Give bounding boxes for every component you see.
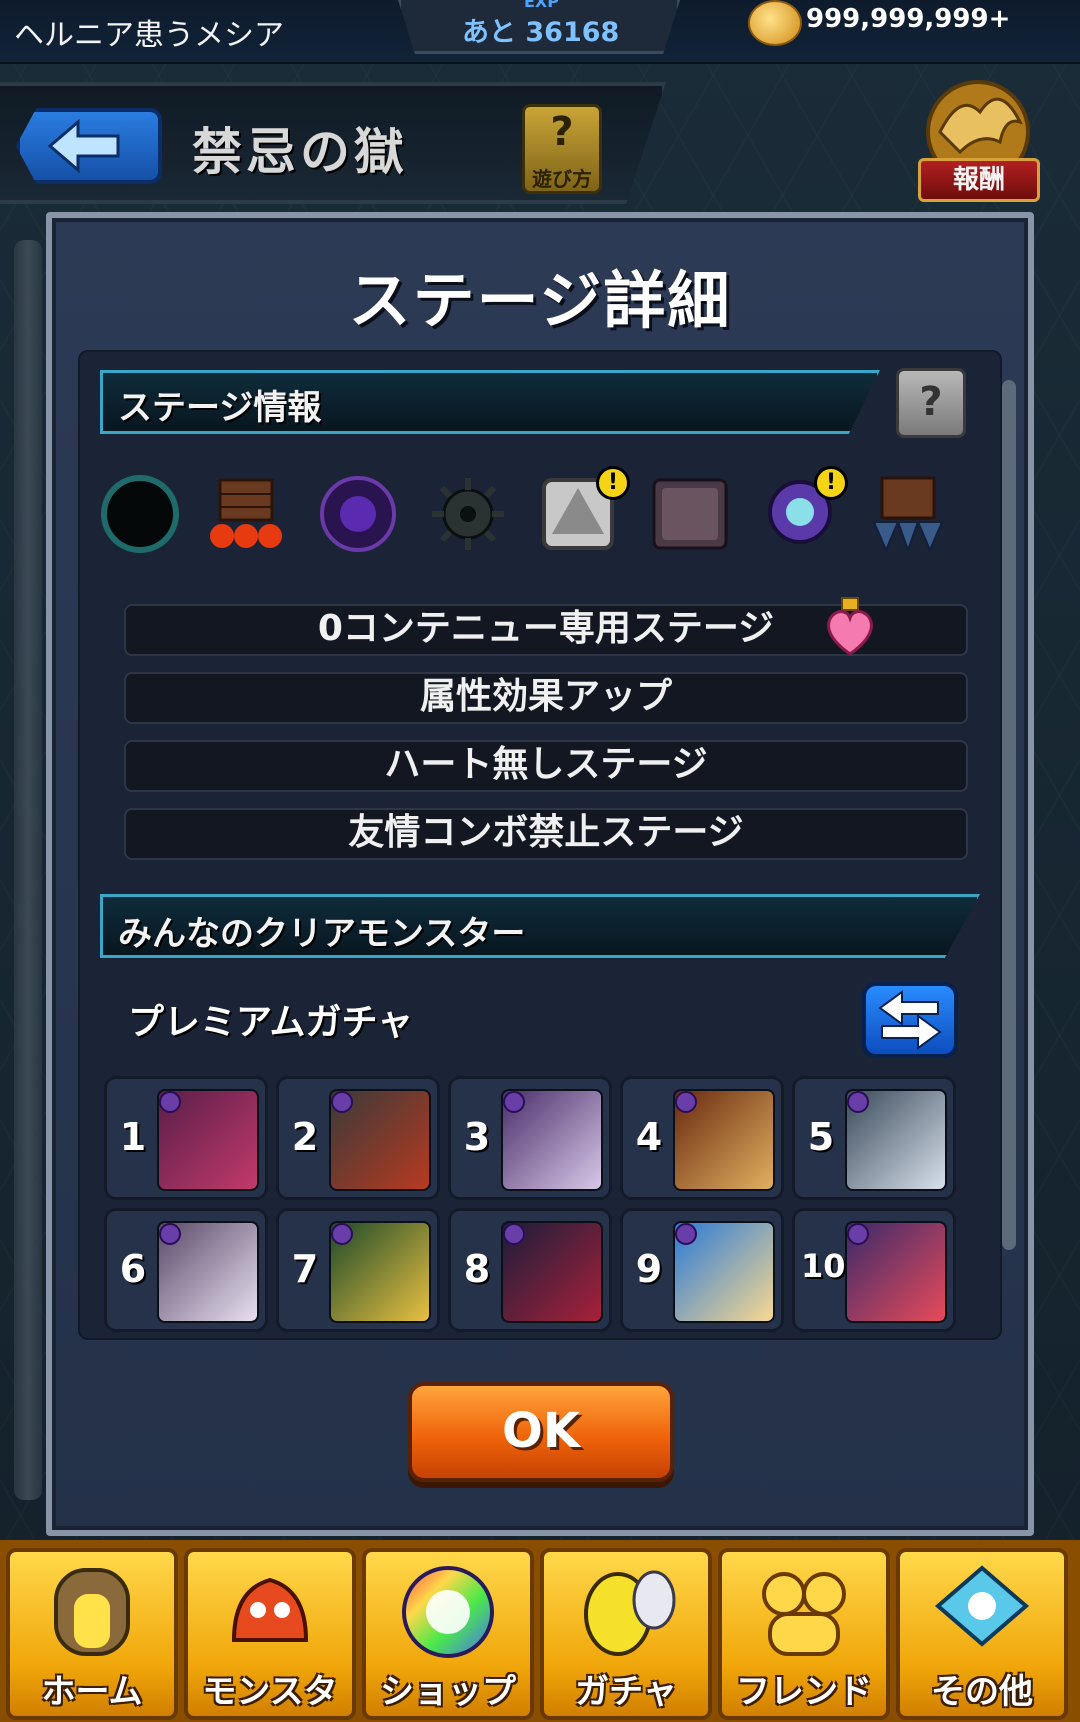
monster-slot[interactable]: 7 [276, 1208, 440, 1332]
rainbow-orb-icon [402, 1566, 494, 1658]
exp-remaining: あと 36168 [462, 17, 620, 48]
element-badge-icon [503, 1091, 525, 1113]
element-badge-icon [675, 1091, 697, 1113]
dragon-icon [231, 1577, 309, 1642]
help-button[interactable]: ? [896, 368, 966, 438]
nav-label: フレンド [736, 1672, 872, 1712]
condition-row: ハート無しステージ [124, 740, 968, 792]
swap-button[interactable] [862, 982, 958, 1058]
modal-title: ステージ詳細 [348, 264, 732, 337]
howto-button[interactable]: ? 遊び方 [522, 104, 602, 194]
monster-slot[interactable]: 9 [620, 1208, 784, 1332]
monster-slot[interactable]: 8 [448, 1208, 612, 1332]
monster-slot[interactable]: 5 [792, 1076, 956, 1200]
page-title: 禁忌の獄 [192, 122, 408, 181]
element-badge-icon [503, 1223, 525, 1245]
monster-slot[interactable]: 3 [448, 1076, 612, 1200]
monster-rank: 6 [119, 1247, 147, 1291]
mine-icon [432, 478, 504, 550]
nav-label: ショップ [380, 1672, 516, 1712]
monster-slot[interactable]: 2 [276, 1076, 440, 1200]
monster-rank: 5 [807, 1115, 835, 1159]
back-arrow-icon [48, 118, 120, 174]
warning-badge: ! [814, 466, 848, 500]
element-badge-icon [847, 1223, 869, 1245]
monster-rank: 8 [463, 1247, 491, 1291]
other-icon [934, 1565, 1030, 1647]
howto-label: 遊び方 [532, 167, 592, 191]
friends-icon [762, 1572, 846, 1656]
monster-rank: 10 [801, 1247, 846, 1285]
nav-item-monster[interactable]: モンスター [184, 1548, 356, 1722]
black-hole-icon [101, 475, 179, 553]
condition-row: 属性効果アップ [124, 672, 968, 724]
stage-info-title: ステージ情報 [118, 388, 322, 428]
element-badge-icon [159, 1223, 181, 1245]
element-badge-icon [675, 1223, 697, 1245]
warp-icon [320, 476, 396, 552]
nav-item-home[interactable]: ホーム [6, 1548, 178, 1720]
nav-item-gacha[interactable]: ガチャ [540, 1548, 712, 1720]
egg-icon [584, 1570, 676, 1656]
monster-slot[interactable]: 10 [792, 1208, 956, 1332]
monster-rank: 4 [635, 1115, 663, 1159]
side-rail [14, 240, 42, 1500]
monster-rank: 2 [291, 1115, 319, 1159]
element-badge-icon [159, 1091, 181, 1113]
spike-wall-icon [872, 476, 944, 553]
monster-rank: 1 [119, 1115, 147, 1159]
nav-label: ホーム [41, 1672, 143, 1712]
element-badge-icon [331, 1091, 353, 1113]
nav-item-other[interactable]: その他 [896, 1548, 1068, 1720]
coin-icon [748, 0, 802, 46]
nav-label: モンスター [202, 1672, 338, 1722]
condition-row: 友情コンボ禁止ステージ [124, 808, 968, 860]
clear-monsters-title: みんなのクリアモンスター [118, 914, 526, 954]
player-name: ヘルニア患うメシア [14, 18, 284, 53]
monster-rank: 7 [291, 1247, 319, 1291]
monster-slot[interactable]: 4 [620, 1076, 784, 1200]
swap-arrows-icon [878, 990, 942, 1050]
monster-rank: 3 [463, 1115, 491, 1159]
gacha-type-label: プレミアムガチャ [128, 1001, 414, 1043]
nav-item-friend[interactable]: フレンド [718, 1548, 890, 1720]
nav-item-shop[interactable]: ショップ [362, 1548, 534, 1720]
nav-label: その他 [931, 1672, 1033, 1712]
scrollbar-thumb[interactable] [1002, 380, 1016, 1250]
nav-label: ガチャ [575, 1672, 677, 1712]
warning-badge: ! [596, 466, 630, 500]
question-icon: ? [550, 109, 574, 155]
ok-button[interactable]: OK [408, 1382, 674, 1482]
element-badge-icon [847, 1091, 869, 1113]
coin-count: 999,999,999+ [806, 4, 1011, 34]
heart-potion-icon [827, 597, 873, 656]
monster-slot[interactable]: 6 [104, 1208, 268, 1332]
home-gate-icon [54, 1568, 130, 1656]
reward-button[interactable]: 報酬 [918, 158, 1040, 202]
element-badge-icon [331, 1223, 353, 1245]
monster-rank: 9 [635, 1247, 663, 1291]
monster-slot[interactable]: 1 [104, 1076, 268, 1200]
damage-wall-icon [210, 478, 282, 548]
panel-icon [652, 478, 728, 550]
